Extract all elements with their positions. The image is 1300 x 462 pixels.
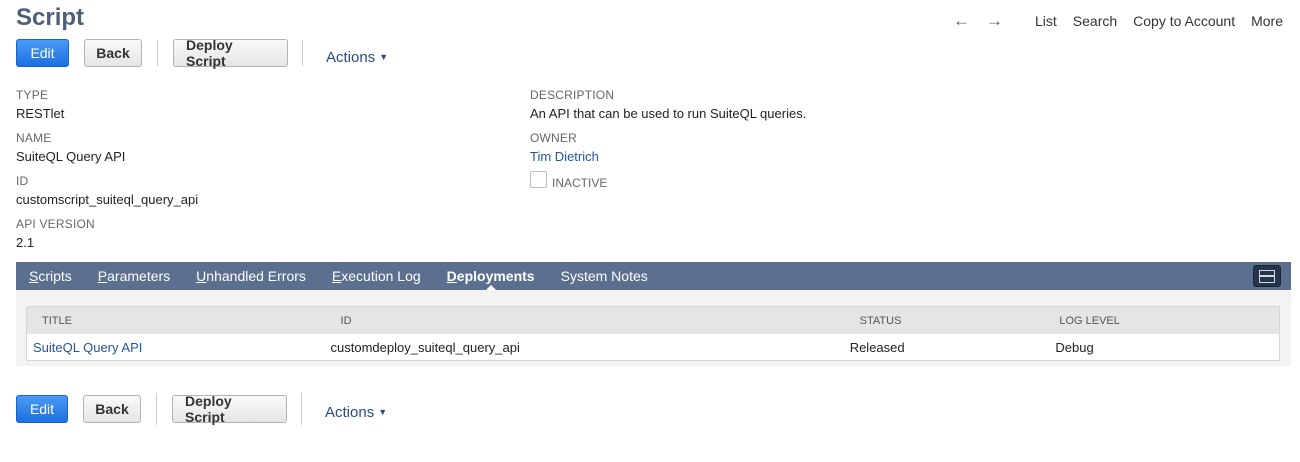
field-name: NAME SuiteQL Query API	[16, 131, 125, 164]
tab-deployments[interactable]: Deployments	[447, 262, 535, 291]
nav-more-link[interactable]: More	[1251, 13, 1283, 29]
edit-button[interactable]: Edit	[16, 395, 68, 423]
divider	[156, 393, 157, 425]
inactive-label: INACTIVE	[552, 176, 608, 190]
field-value: SuiteQL Query API	[16, 149, 126, 164]
top-button-row: Edit Back Deploy Script Actions ▼	[16, 37, 388, 69]
tab-scripts[interactable]: Scripts	[29, 262, 72, 290]
deployments-table: TITLE ID STATUS LOG LEVEL SuiteQL Query …	[26, 306, 1280, 361]
actions-label: Actions	[326, 48, 376, 66]
tab-parameters[interactable]: Parameters	[98, 262, 170, 290]
tab-unhandled-errors[interactable]: Unhandled Errors	[196, 262, 306, 290]
field-description: DESCRIPTION An API that can be used to r…	[530, 88, 806, 121]
actions-label: Actions	[325, 403, 375, 421]
table-row: SuiteQL Query API customdeploy_suiteql_q…	[27, 334, 1279, 360]
caret-down-icon: ▼	[379, 52, 389, 62]
nav-list-link[interactable]: List	[1035, 13, 1057, 29]
owner-link[interactable]: Tim Dietrich	[530, 149, 599, 164]
actions-menu[interactable]: Actions ▼	[326, 49, 388, 66]
field-label: OWNER	[530, 131, 577, 145]
forward-arrow-icon[interactable]: →	[986, 11, 1003, 31]
actions-menu[interactable]: Actions ▼	[325, 404, 387, 421]
caret-down-icon: ▼	[378, 407, 388, 417]
field-type: TYPE RESTlet	[16, 88, 64, 121]
field-api-version: API VERSION 2.1	[16, 217, 95, 250]
edit-button[interactable]: Edit	[16, 39, 69, 67]
page-title: Script	[16, 4, 85, 31]
back-button[interactable]: Back	[83, 395, 141, 423]
back-arrow-icon[interactable]: ←	[953, 11, 970, 31]
nav-search-link[interactable]: Search	[1073, 13, 1117, 29]
column-header-status[interactable]: STATUS	[840, 315, 1044, 327]
deployment-log-level: Debug	[1055, 339, 1094, 355]
field-label: NAME	[16, 131, 52, 145]
divider	[302, 40, 303, 66]
deployment-status: Released	[849, 339, 905, 355]
field-id: ID customscript_suiteql_query_api	[16, 174, 198, 207]
tab-layout-icon[interactable]	[1253, 265, 1281, 287]
column-header-log-level[interactable]: LOG LEVEL	[1043, 315, 1279, 327]
field-label: DESCRIPTION	[530, 88, 615, 102]
tab-system-notes[interactable]: System Notes	[561, 262, 648, 290]
field-label: API VERSION	[16, 217, 95, 231]
field-value: customscript_suiteql_query_api	[16, 192, 199, 207]
top-nav: ← → List Search Copy to Account More	[953, 11, 1283, 31]
column-header-title[interactable]: TITLE	[27, 315, 331, 327]
back-button[interactable]: Back	[84, 39, 142, 67]
nav-copy-to-account-link[interactable]: Copy to Account	[1133, 13, 1235, 29]
field-owner: OWNER Tim Dietrich	[530, 131, 599, 164]
deploy-script-button[interactable]: Deploy Script	[172, 393, 287, 425]
inactive-checkbox-row: INACTIVE	[530, 168, 607, 190]
column-header-id[interactable]: ID	[331, 315, 840, 327]
divider	[157, 40, 158, 66]
bottom-button-row: Edit Back Deploy Script Actions ▼	[16, 393, 387, 425]
inactive-checkbox[interactable]	[530, 170, 547, 188]
table-header: TITLE ID STATUS LOG LEVEL	[27, 307, 1279, 334]
field-value: RESTlet	[16, 106, 65, 121]
field-label: TYPE	[16, 88, 49, 102]
divider	[301, 393, 302, 425]
deployment-title-link[interactable]: SuiteQL Query API	[27, 340, 331, 355]
deployment-id: customdeploy_suiteql_query_api	[330, 339, 520, 355]
deploy-script-button[interactable]: Deploy Script	[173, 37, 288, 69]
field-value: An API that can be used to run SuiteQL q…	[530, 106, 807, 121]
subtab-bar: Scripts Parameters Unhandled Errors Exec…	[16, 262, 1291, 291]
tab-execution-log[interactable]: Execution Log	[332, 262, 421, 290]
field-label: ID	[16, 174, 29, 188]
field-value: 2.1	[16, 235, 35, 250]
